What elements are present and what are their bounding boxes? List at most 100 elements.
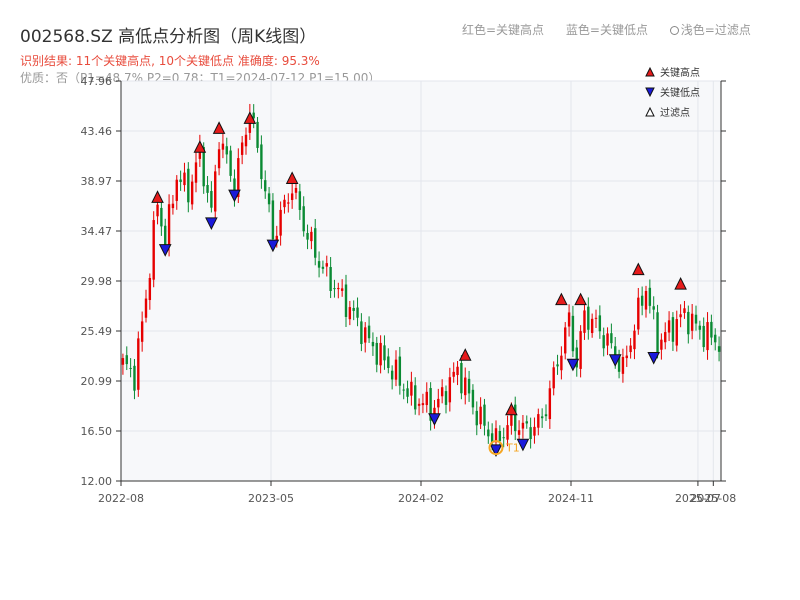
x-tick-label: 2024-11 xyxy=(548,492,594,505)
candle-body xyxy=(294,187,298,193)
candle-body xyxy=(321,266,325,269)
candle-body xyxy=(371,341,375,347)
candle-body xyxy=(340,288,344,291)
candle-body xyxy=(344,284,348,317)
t1-label: T1 xyxy=(505,442,520,455)
y-tick-label: 43.46 xyxy=(81,125,113,138)
candle-body xyxy=(506,425,509,440)
candle-body xyxy=(121,358,125,365)
candle-body xyxy=(125,355,128,365)
candle-body xyxy=(710,321,713,338)
candle-body xyxy=(629,345,632,353)
x-tick-label: 2022-08 xyxy=(98,492,144,505)
candle-body xyxy=(183,172,186,186)
candle-body xyxy=(637,297,640,330)
candle-body xyxy=(590,318,594,334)
candle-body xyxy=(460,362,463,394)
candle-body xyxy=(179,179,182,183)
candle-body xyxy=(187,168,190,203)
candle-body xyxy=(206,185,209,193)
candle-body xyxy=(698,325,702,330)
x-tick-label: 2023-05 xyxy=(248,492,294,505)
candle-body xyxy=(152,220,155,280)
x-tick-label: 2024-02 xyxy=(398,492,444,505)
y-tick-label: 20.99 xyxy=(81,375,113,388)
candle-body xyxy=(133,365,136,391)
candle-body xyxy=(221,143,225,150)
candle-body xyxy=(387,356,390,368)
candle-body xyxy=(240,142,244,155)
candle-body xyxy=(656,312,659,354)
candle-body xyxy=(660,339,663,350)
candle-body xyxy=(610,333,613,344)
candle-body xyxy=(348,307,352,320)
candle-body xyxy=(217,149,221,169)
candle-body xyxy=(140,321,144,342)
candle-body xyxy=(448,377,452,403)
candle-body xyxy=(594,317,598,319)
candle-body xyxy=(148,277,152,301)
candle-body xyxy=(640,295,644,306)
candle-body xyxy=(440,387,444,397)
candle-body xyxy=(437,398,440,408)
candle-body xyxy=(425,391,428,406)
candle-body xyxy=(283,199,286,208)
candle-body xyxy=(714,334,717,343)
candle-body xyxy=(298,191,302,210)
candle-body xyxy=(279,209,282,236)
candle-body xyxy=(364,327,367,343)
candle-body xyxy=(602,335,605,349)
candle-body xyxy=(606,333,609,346)
candle-body xyxy=(394,359,398,380)
candle-body xyxy=(683,308,686,313)
candle-body xyxy=(406,388,409,397)
y-tick-label: 12.00 xyxy=(81,475,113,488)
candle-body xyxy=(444,391,448,405)
candle-body xyxy=(687,311,690,335)
candle-body xyxy=(679,314,682,318)
candle-body xyxy=(533,426,536,436)
candle-body xyxy=(271,200,275,240)
y-tick-label: 34.47 xyxy=(81,225,113,238)
candle-body xyxy=(414,385,417,410)
candle-body xyxy=(625,355,628,359)
candle-body xyxy=(244,134,248,147)
candle-body xyxy=(667,320,671,333)
candle-body xyxy=(417,403,421,406)
candle-body xyxy=(644,290,648,310)
candle-body xyxy=(702,325,705,348)
candle-body xyxy=(502,437,505,439)
candle-body xyxy=(564,327,567,354)
candle-body xyxy=(256,121,259,148)
candle-body xyxy=(464,377,467,396)
candle-body xyxy=(214,171,217,212)
candle-body xyxy=(379,342,382,366)
candle-body xyxy=(452,371,455,377)
candle-body xyxy=(556,364,559,367)
candle-body xyxy=(467,378,471,394)
candle-body xyxy=(514,404,517,432)
legend-label-high: 关键高点 xyxy=(660,66,700,79)
candle-body xyxy=(483,404,486,426)
candle-body xyxy=(567,312,571,327)
candle-body xyxy=(290,193,294,200)
candle-body xyxy=(175,179,178,201)
candle-body xyxy=(360,321,363,345)
candle-body xyxy=(160,207,163,227)
candle-body xyxy=(487,429,490,437)
candle-body xyxy=(287,202,290,204)
candle-body xyxy=(367,325,371,339)
candle-body xyxy=(652,306,655,310)
legend-label-filtered: 过滤点 xyxy=(660,106,690,119)
candle-body xyxy=(129,367,132,369)
candle-body xyxy=(267,193,271,205)
candle-body xyxy=(690,313,694,331)
candle-body xyxy=(456,366,459,376)
y-tick-label: 25.49 xyxy=(81,325,113,338)
candle-body xyxy=(583,310,586,333)
candle-body xyxy=(537,414,540,428)
candle-body xyxy=(598,315,602,332)
candle-body xyxy=(475,410,478,426)
candle-body xyxy=(190,181,194,205)
candle-body xyxy=(664,332,667,343)
